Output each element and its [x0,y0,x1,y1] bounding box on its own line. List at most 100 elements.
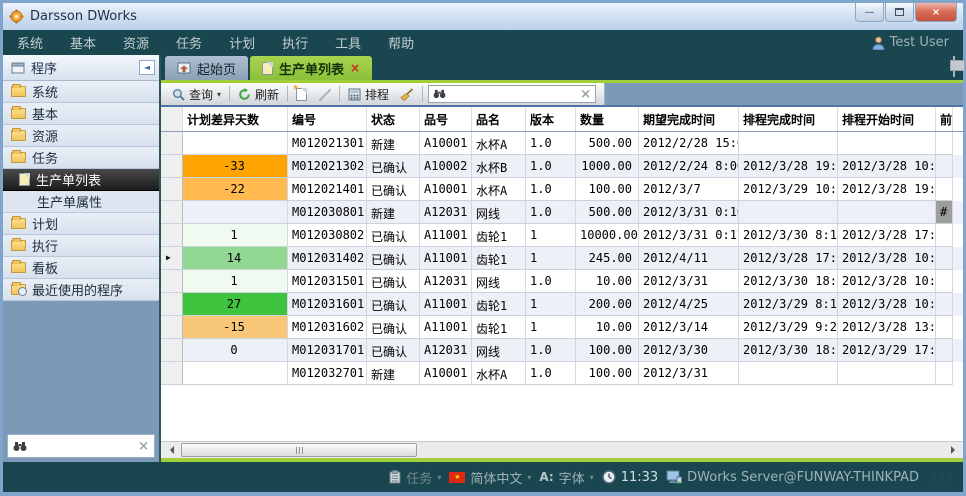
cell-version[interactable]: 1.0 [526,132,576,155]
cell-status[interactable]: 已确认 [367,247,420,270]
cell-sched_start[interactable]: 2012/3/28 10:52 [838,155,936,178]
cell-version[interactable]: 1 [526,224,576,247]
cell-qty[interactable]: 100.00 [576,178,639,201]
table-row[interactable]: 1M012031501已确认A12031网线1.010.002012/3/312… [161,270,963,293]
column-header-item_no[interactable]: 品号 [420,107,472,131]
sidebar-item[interactable]: 任务 [3,147,159,169]
cell-sel[interactable] [161,362,183,385]
cell-sel[interactable] [161,224,183,247]
cell-code[interactable]: M012030802 [288,224,367,247]
cell-code[interactable]: M012021301 [288,132,367,155]
cell-status[interactable]: 已确认 [367,270,420,293]
cell-sel[interactable] [161,178,183,201]
scroll-right-arrow[interactable] [946,442,963,458]
cell-expect[interactable]: 2012/2/28 15:00 [639,132,739,155]
cell-status[interactable]: 已确认 [367,316,420,339]
cell-diff[interactable] [183,362,288,385]
cell-expect[interactable]: 2012/3/7 [639,178,739,201]
cell-extra[interactable] [936,132,953,155]
cell-extra[interactable] [936,224,953,247]
column-header-item_name[interactable]: 品名 [472,107,526,131]
cell-item_no[interactable]: A11001 [420,247,472,270]
column-header-code[interactable]: 编号 [288,107,367,131]
schedule-button[interactable]: 排程 [345,85,392,104]
column-header-expect[interactable]: 期望完成时间 [639,107,739,131]
cell-item_no[interactable]: A10001 [420,362,472,385]
cell-expect[interactable]: 2012/4/25 [639,293,739,316]
cell-expect[interactable]: 2012/4/11 [639,247,739,270]
column-header-status[interactable]: 状态 [367,107,420,131]
cell-item_name[interactable]: 网线 [472,270,526,293]
sidebar-item[interactable]: 基本 [3,103,159,125]
cell-sched_start[interactable]: 2012/3/28 10:52 [838,247,936,270]
cell-item_name[interactable]: 齿轮1 [472,316,526,339]
cell-expect[interactable]: 2012/3/31 [639,362,739,385]
cell-sel[interactable] [161,316,183,339]
cell-code[interactable]: M012031402 [288,247,367,270]
cell-item_no[interactable]: A12031 [420,339,472,362]
cell-sched_end[interactable]: 2012/3/28 19:10 [739,155,838,178]
cell-item_no[interactable]: A11001 [420,293,472,316]
cell-sel[interactable] [161,293,183,316]
sidebar-item[interactable]: 执行 [3,235,159,257]
cell-sched_start[interactable]: 2012/3/28 17:13 [838,224,936,247]
cell-extra[interactable]: # [936,201,953,224]
table-row[interactable]: -33M012021302已确认A10002水杯B1.01000.002012/… [161,155,963,178]
cell-sched_end[interactable]: 2012/3/29 8:15 [739,293,838,316]
cell-status[interactable]: 已确认 [367,339,420,362]
close-button[interactable]: × [915,3,957,22]
table-row[interactable]: 0M012031701已确认A12031网线1.0100.002012/3/30… [161,339,963,362]
cell-sched_start[interactable]: 2012/3/28 10:52 [838,293,936,316]
cell-diff[interactable]: 0 [183,339,288,362]
menu-item-0[interactable]: 系统 [17,33,43,52]
table-row[interactable]: M012021301新建A10001水杯A1.0500.002012/2/28 … [161,132,963,155]
cell-version[interactable]: 1 [526,293,576,316]
cell-diff[interactable]: -15 [183,316,288,339]
status-task-menu[interactable]: 任务 ▾ [389,468,441,487]
cell-item_no[interactable]: A10002 [420,155,472,178]
minimize-button[interactable]: — [855,3,884,22]
cell-expect[interactable]: 2012/3/31 [639,270,739,293]
cell-status[interactable]: 已确认 [367,224,420,247]
cell-item_name[interactable]: 网线 [472,201,526,224]
cell-qty[interactable]: 200.00 [576,293,639,316]
cell-code[interactable]: M012032701 [288,362,367,385]
menu-item-7[interactable]: 帮助 [388,33,414,52]
resize-grip[interactable]: ⋮⋮⋮ [929,472,953,483]
cell-version[interactable]: 1.0 [526,201,576,224]
cell-diff[interactable] [183,132,288,155]
menu-item-5[interactable]: 执行 [282,33,308,52]
cell-status[interactable]: 已确认 [367,178,420,201]
cell-expect[interactable]: 2012/3/31 0:10 [639,201,739,224]
menu-item-2[interactable]: 资源 [123,33,149,52]
tab-close-icon[interactable]: × [350,61,360,75]
cell-expect[interactable]: 2012/2/24 8:00 [639,155,739,178]
new-button[interactable]: * [293,87,310,102]
cell-version[interactable]: 1 [526,247,576,270]
cell-sched_start[interactable] [838,132,936,155]
cell-status[interactable]: 已确认 [367,293,420,316]
tab-start-page[interactable]: 起始页 [165,56,248,80]
horizontal-scrollbar[interactable] [161,441,963,458]
cell-item_name[interactable]: 网线 [472,339,526,362]
cell-extra[interactable] [936,247,953,270]
menu-item-1[interactable]: 基本 [70,33,96,52]
cell-extra[interactable] [936,293,953,316]
cell-extra[interactable] [936,155,953,178]
cell-sched_end[interactable]: 2012/3/30 8:15 [739,224,838,247]
cell-diff[interactable]: 14 [183,247,288,270]
cell-code[interactable]: M012031601 [288,293,367,316]
menu-item-6[interactable]: 工具 [335,33,361,52]
cell-sched_end[interactable] [739,132,838,155]
sidebar-item[interactable]: 计划 [3,213,159,235]
cell-sched_end[interactable]: 2012/3/30 18:00 [739,339,838,362]
cell-sched_end[interactable]: 2012/3/29 10:20 [739,178,838,201]
sidebar-search-input[interactable] [31,439,134,453]
cell-sel[interactable] [161,132,183,155]
cell-item_name[interactable]: 齿轮1 [472,247,526,270]
scrollbar-thumb[interactable] [181,443,417,457]
cell-code[interactable]: M012030801 [288,201,367,224]
cell-sched_start[interactable]: 2012/3/28 13:40 [838,316,936,339]
menu-item-4[interactable]: 计划 [229,33,255,52]
cell-sel[interactable] [161,270,183,293]
